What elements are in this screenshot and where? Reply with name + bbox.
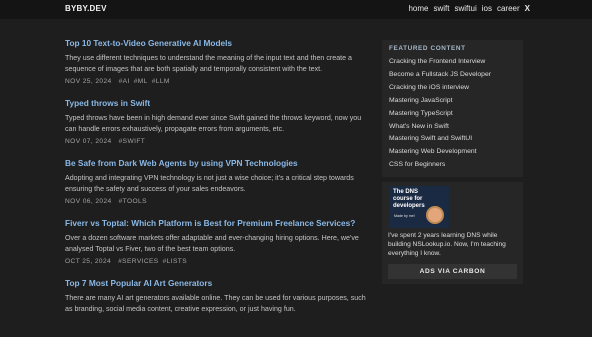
featured-item[interactable]: What's New in Swift xyxy=(389,121,516,134)
post-meta: NOV 07, 2024 #SWIFT xyxy=(65,138,370,145)
post-date: OCT 25, 2024 xyxy=(65,258,112,265)
post-date: NOV 25, 2024 xyxy=(65,78,112,85)
author-avatar xyxy=(426,206,444,225)
post-excerpt: Adopting and integrating VPN technology … xyxy=(65,174,354,193)
featured-item[interactable]: CSS for Beginners xyxy=(389,159,516,172)
post-tag[interactable]: #LLM xyxy=(152,78,170,85)
post-excerpt: Typed throws have been in high demand ev… xyxy=(65,114,362,133)
nav-swiftui[interactable]: swiftui xyxy=(455,4,477,13)
post-title[interactable]: Top 7 Most Popular AI Art Generators xyxy=(65,278,370,289)
sidebar: FEATURED CONTENT Cracking the Frontend I… xyxy=(382,40,523,284)
post-meta: NOV 06, 2024 #TOOLS xyxy=(65,198,370,205)
site-logo[interactable]: BYBY.DEV xyxy=(65,4,107,13)
nav-home[interactable]: home xyxy=(408,4,428,13)
ad-image-subtitle: Made by me! xyxy=(394,214,415,219)
post-tag[interactable]: #TOOLS xyxy=(119,198,147,205)
post-tag[interactable]: #SERVICES xyxy=(118,258,159,265)
post-item: Be Safe from Dark Web Agents by using VP… xyxy=(65,158,370,205)
x-icon[interactable]: X xyxy=(525,4,530,13)
post-meta: NOV 25, 2024 #AI #ML #LLM xyxy=(65,78,370,85)
featured-item[interactable]: Mastering JavaScript xyxy=(389,95,516,108)
post-title[interactable]: Typed throws in Swift xyxy=(65,98,370,109)
post-tag[interactable]: #LISTS xyxy=(163,258,187,265)
ad-text[interactable]: I've spent 2 years learning DNS while bu… xyxy=(388,232,517,259)
post-date: NOV 07, 2024 xyxy=(65,138,112,145)
post-date: NOV 06, 2024 xyxy=(65,198,112,205)
featured-content-heading: FEATURED CONTENT xyxy=(389,45,466,52)
nav-swift[interactable]: swift xyxy=(434,4,450,13)
post-list: Top 10 Text-to-Video Generative AI Model… xyxy=(65,38,370,327)
post-item: Fiverr vs Toptal: Which Platform is Best… xyxy=(65,218,370,265)
featured-item[interactable]: Become a Fullstack JS Developer xyxy=(389,69,516,82)
post-item: Typed throws in Swift Typed throws have … xyxy=(65,98,370,145)
post-title[interactable]: Be Safe from Dark Web Agents by using VP… xyxy=(65,158,370,169)
nav-career[interactable]: career xyxy=(497,4,520,13)
ad-image[interactable]: The DNS course for developers Made by me… xyxy=(389,186,449,229)
post-meta: OCT 25, 2024 #SERVICES #LISTS xyxy=(65,258,370,265)
post-excerpt: They use different techniques to underst… xyxy=(65,54,352,73)
post-excerpt: Over a dozen software markets offer adap… xyxy=(65,234,359,253)
top-bar: BYBY.DEV home swift swiftui ios career X xyxy=(0,0,592,19)
featured-item[interactable]: Cracking the iOS interview xyxy=(389,82,516,95)
ads-via-carbon-button[interactable]: ADS VIA CARBON xyxy=(388,263,517,279)
post-tag[interactable]: #SWIFT xyxy=(119,138,146,145)
post-excerpt: There are many AI art generators availab… xyxy=(65,294,366,313)
featured-item[interactable]: Mastering Web Development xyxy=(389,146,516,159)
nav-ios[interactable]: ios xyxy=(482,4,492,13)
post-item: Top 7 Most Popular AI Art Generators The… xyxy=(65,278,370,314)
featured-item[interactable]: Mastering TypeScript xyxy=(389,108,516,121)
post-tag[interactable]: #ML xyxy=(134,78,148,85)
post-tag[interactable]: #AI xyxy=(119,78,130,85)
carbon-ad: The DNS course for developers Made by me… xyxy=(382,182,523,284)
featured-content-panel: FEATURED CONTENT Cracking the Frontend I… xyxy=(382,40,523,178)
featured-item[interactable]: Cracking the Frontend Interview xyxy=(389,56,516,69)
post-title[interactable]: Fiverr vs Toptal: Which Platform is Best… xyxy=(65,218,370,229)
featured-item[interactable]: Mastering Swift and SwiftUI xyxy=(389,133,516,146)
post-title[interactable]: Top 10 Text-to-Video Generative AI Model… xyxy=(65,38,370,49)
post-item: Top 10 Text-to-Video Generative AI Model… xyxy=(65,38,370,85)
main-nav: home swift swiftui ios career X xyxy=(408,4,530,13)
